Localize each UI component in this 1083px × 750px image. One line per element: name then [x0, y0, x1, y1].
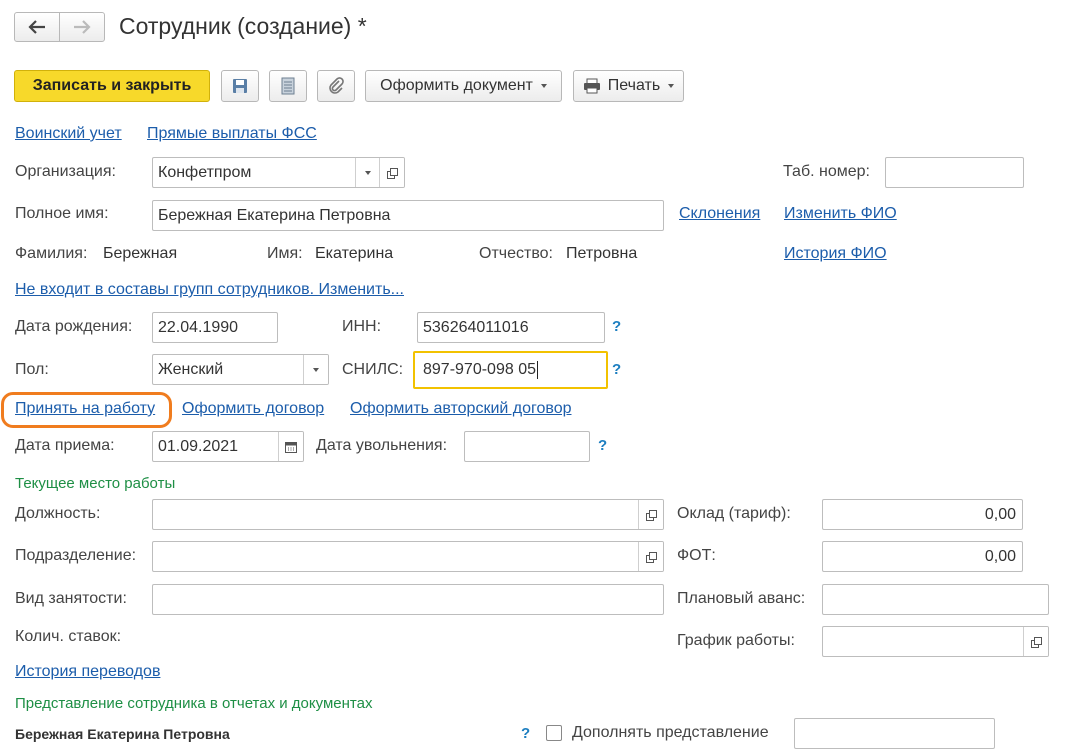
fss-payments-link[interactable]: Прямые выплаты ФСС: [147, 124, 317, 144]
representation-value: Бережная Екатерина Петровна: [15, 726, 230, 742]
fot-label: ФОТ:: [677, 547, 716, 564]
attach-button[interactable]: [317, 70, 355, 102]
create-contract-link[interactable]: Оформить договор: [182, 399, 324, 419]
surname-value: Бережная: [103, 245, 178, 262]
employment-type-label: Вид занятости:: [15, 590, 127, 607]
position-field[interactable]: [152, 499, 664, 530]
birth-date-input[interactable]: 22.04.1990: [152, 312, 278, 343]
full-name-input[interactable]: Бережная Екатерина Петровна: [152, 200, 664, 231]
representation-help-icon[interactable]: ?: [521, 725, 530, 742]
open-icon: [387, 167, 398, 179]
chevron-down-icon: [668, 84, 675, 88]
snils-help-icon[interactable]: ?: [612, 361, 621, 378]
arrow-left-icon: [28, 20, 45, 34]
open-icon: [646, 551, 657, 563]
inn-input[interactable]: 536264011016: [417, 312, 605, 343]
forward-button[interactable]: [59, 12, 105, 42]
create-document-label: Оформить документ: [380, 77, 533, 94]
work-schedule-open-button[interactable]: [1023, 627, 1048, 656]
create-document-button[interactable]: Оформить документ: [365, 70, 562, 102]
open-icon: [1031, 636, 1042, 648]
position-label: Должность:: [15, 505, 101, 522]
department-field[interactable]: [152, 541, 664, 572]
hire-date-calendar-button[interactable]: [278, 432, 303, 461]
calendar-icon: [285, 441, 297, 453]
extend-representation-label: Дополнять представление: [572, 724, 769, 741]
tab-number-label: Таб. номер:: [783, 163, 870, 180]
inn-help-icon[interactable]: ?: [612, 318, 621, 335]
dismissal-date-input[interactable]: . .: [464, 431, 590, 462]
first-name-value: Екатерина: [315, 245, 394, 262]
chevron-down-icon: [365, 170, 371, 175]
employment-type-input[interactable]: [152, 584, 664, 615]
document-list-button[interactable]: [269, 70, 307, 102]
change-fio-link[interactable]: Изменить ФИО: [784, 204, 897, 224]
patronymic-value: Петровна: [566, 245, 638, 262]
salary-label: Оклад (тариф):: [677, 505, 791, 522]
extend-representation-checkbox[interactable]: [546, 725, 562, 741]
hire-link[interactable]: Принять на работу: [15, 399, 155, 419]
organization-value: Конфетпром: [158, 164, 252, 181]
tab-number-input[interactable]: [885, 157, 1024, 188]
paperclip-icon: [329, 77, 344, 94]
dismissal-help-icon[interactable]: ?: [598, 437, 607, 454]
transfers-history-link[interactable]: История переводов: [15, 662, 160, 682]
organization-open-button[interactable]: [379, 158, 404, 187]
dismissal-date-label: Дата увольнения:: [316, 437, 448, 454]
open-icon: [646, 509, 657, 521]
hire-date-input[interactable]: 01.09.2021: [152, 431, 304, 462]
page-title: Сотрудник (создание) *: [119, 13, 367, 39]
work-schedule-label: График работы:: [677, 632, 795, 649]
rates-count-label: Колич. ставок:: [15, 628, 122, 645]
snils-label: СНИЛС:: [342, 361, 404, 378]
planned-advance-label: Плановый аванс:: [677, 590, 806, 607]
inn-label: ИНН:: [342, 318, 382, 335]
organization-label: Организация:: [15, 163, 116, 180]
department-open-button[interactable]: [638, 542, 663, 571]
patronymic-label: Отчество:: [479, 245, 553, 262]
snils-value: 897-970-098 05: [423, 361, 536, 378]
military-registration-link[interactable]: Воинский учет: [15, 124, 122, 144]
department-label: Подразделение:: [15, 547, 137, 564]
employee-groups-link[interactable]: Не входит в составы групп сотрудников. И…: [15, 280, 404, 300]
current-work-section-title: Текущее место работы: [15, 475, 176, 492]
print-label: Печать: [607, 77, 661, 94]
chevron-down-icon: [313, 367, 319, 372]
save-and-close-button[interactable]: Записать и закрыть: [14, 70, 210, 102]
representation-section-title: Представление сотрудника в отчетах и док…: [15, 695, 373, 712]
position-open-button[interactable]: [638, 500, 663, 529]
organization-field[interactable]: Конфетпром: [152, 157, 405, 188]
printer-icon: [583, 78, 600, 94]
gender-dropdown-button[interactable]: [303, 355, 328, 384]
chevron-down-icon: [540, 84, 547, 88]
salary-input[interactable]: 0,00: [822, 499, 1023, 530]
document-list-icon: [281, 77, 295, 95]
work-schedule-field[interactable]: [822, 626, 1049, 657]
gender-select[interactable]: Женский: [152, 354, 329, 385]
gender-label: Пол:: [15, 361, 49, 378]
organization-dropdown-button[interactable]: [355, 158, 380, 187]
planned-advance-input[interactable]: [822, 584, 1049, 615]
floppy-icon: [233, 79, 247, 93]
surname-label: Фамилия:: [15, 245, 88, 262]
back-button[interactable]: [14, 12, 60, 42]
save-button[interactable]: [221, 70, 259, 102]
print-button[interactable]: Печать: [573, 70, 684, 102]
first-name-label: Имя:: [267, 245, 303, 262]
extend-representation-input[interactable]: [794, 718, 995, 749]
gender-value: Женский: [158, 361, 224, 378]
declensions-link[interactable]: Склонения: [679, 204, 760, 224]
fot-input[interactable]: 0,00: [822, 541, 1023, 572]
arrow-right-icon: [74, 20, 91, 34]
snils-input[interactable]: 897-970-098 05: [413, 351, 608, 389]
full-name-label: Полное имя:: [15, 205, 109, 222]
birth-date-label: Дата рождения:: [15, 318, 133, 335]
author-contract-link[interactable]: Оформить авторский договор: [350, 399, 572, 419]
hire-date-value: 01.09.2021: [158, 438, 239, 455]
fio-history-link[interactable]: История ФИО: [784, 244, 887, 264]
hire-date-label: Дата приема:: [15, 437, 115, 454]
text-cursor: [536, 360, 538, 379]
